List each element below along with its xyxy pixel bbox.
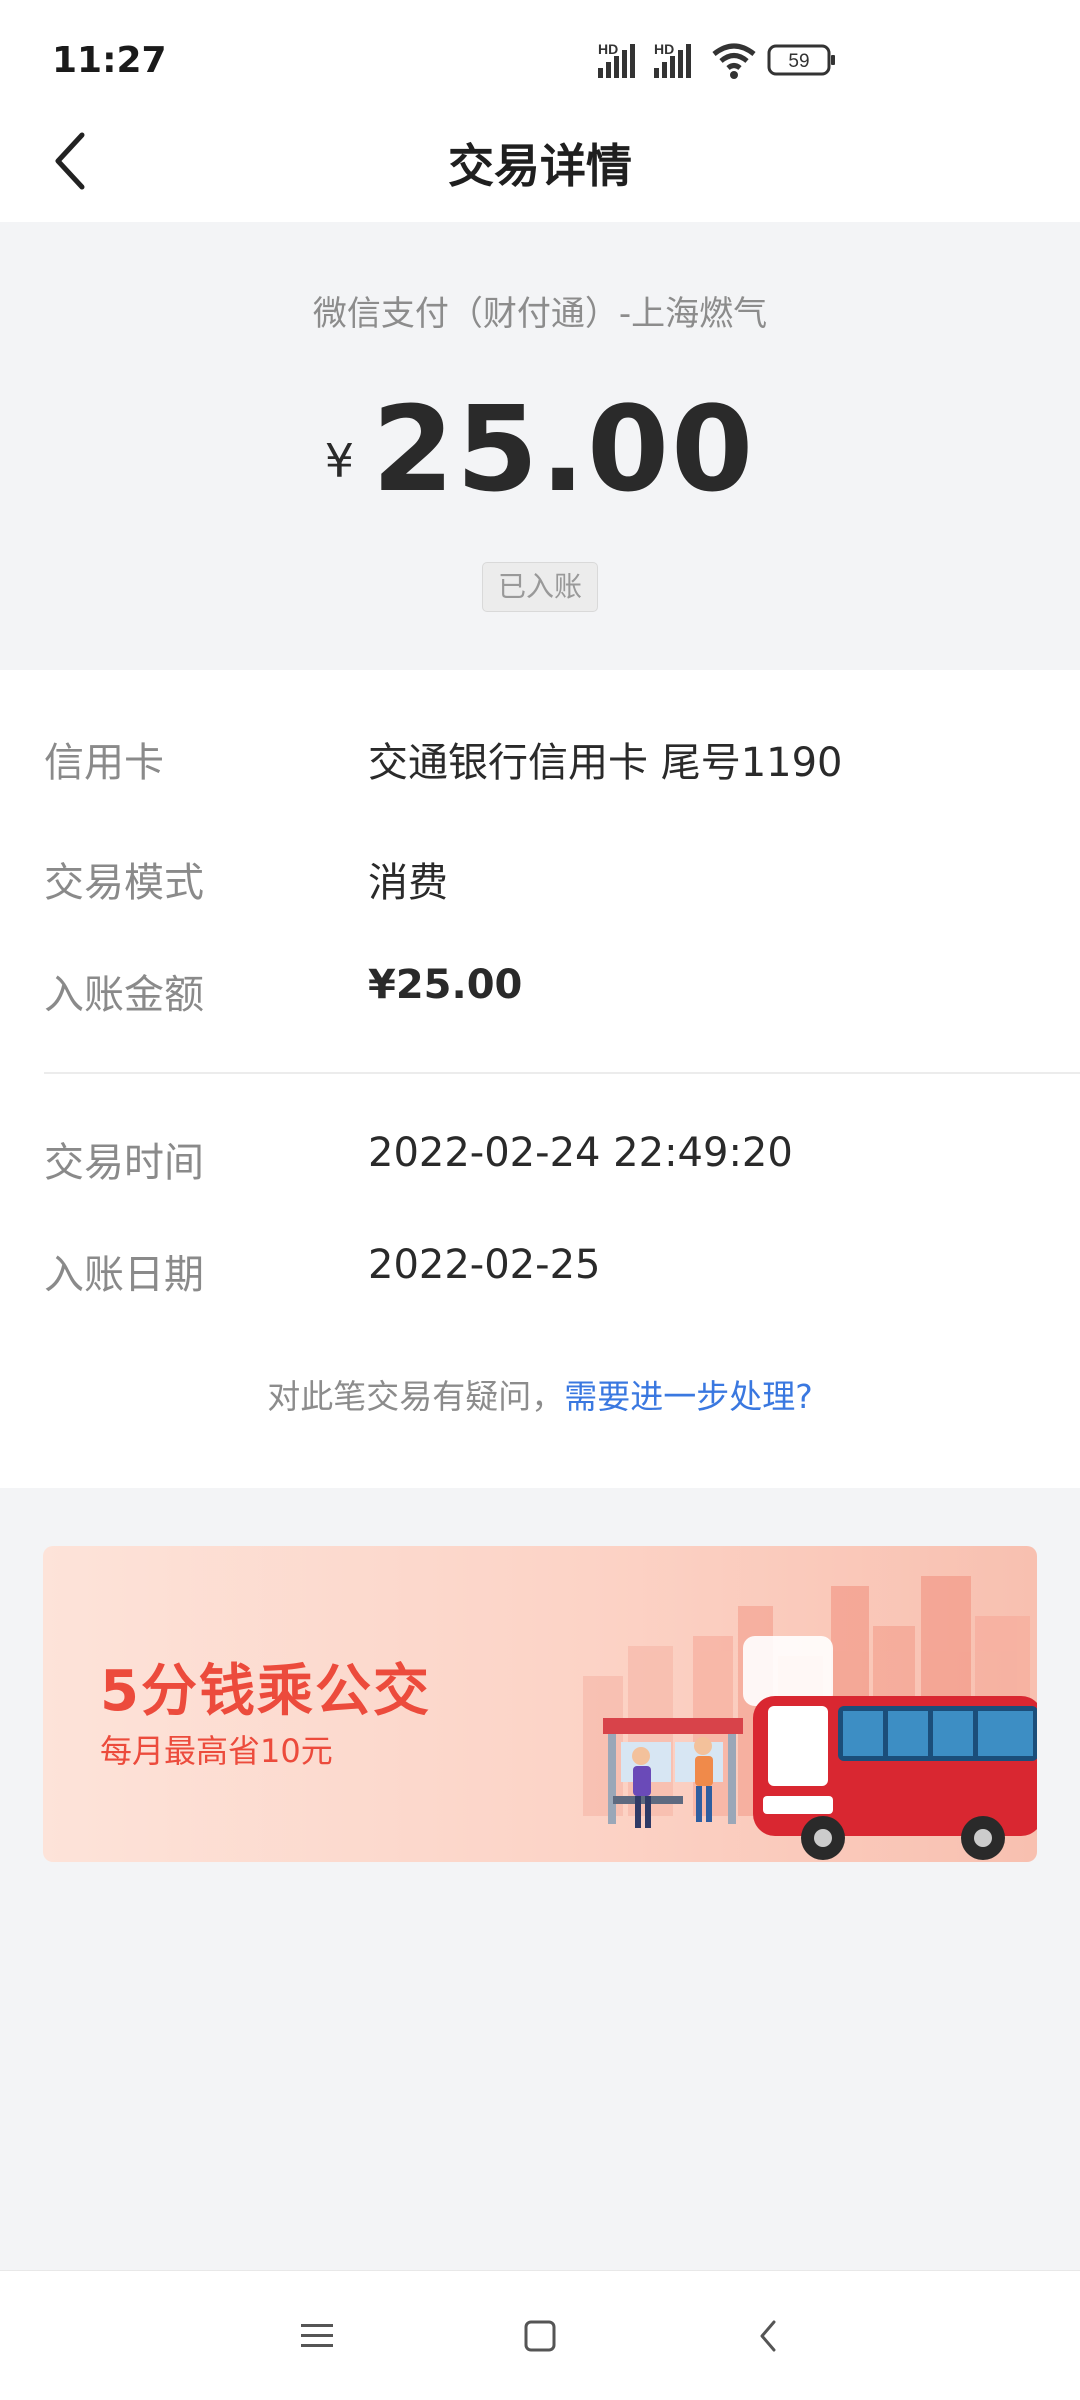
signal-icon: HD <box>654 41 691 78</box>
status-icons: HD HD 59 <box>596 38 846 88</box>
signal-hd-label: HD <box>598 41 618 57</box>
detail-value: 2022-02-25 <box>368 1242 601 1288</box>
detail-label: 交易模式 <box>44 860 204 906</box>
promo-banner[interactable]: 5分钱乘公交 每月最高省10元 <box>43 1546 1037 1862</box>
back-icon <box>760 2320 776 2352</box>
merchant-name: 微信支付（财付通）-上海燃气 <box>312 294 768 334</box>
home-button[interactable] <box>500 2301 580 2371</box>
transaction-summary: 微信支付（财付通）-上海燃气 ¥ 25.00 已入账 <box>0 222 1080 670</box>
dispute-prompt: 对此笔交易有疑问，需要进一步处理? <box>0 1370 1080 1418</box>
battery-level: 59 <box>788 51 809 72</box>
detail-label: 入账金额 <box>44 972 204 1018</box>
banner-subtitle: 每月最高省10元 <box>100 1732 333 1770</box>
signal-icon: HD <box>598 41 635 78</box>
detail-value: 交通银行信用卡 尾号1190 <box>368 740 843 786</box>
status-bar: 11:27 HD HD 59 <box>0 0 1080 100</box>
battery-icon: 59 <box>767 44 835 76</box>
signal-hd-label: HD <box>654 41 674 57</box>
home-icon <box>524 2320 556 2352</box>
dispute-link[interactable]: 需要进一步处理? <box>564 1377 813 1416</box>
detail-value: ¥25.00 <box>368 962 523 1008</box>
detail-row-posted-amount: 入账金额 ¥25.00 <box>44 962 1044 1022</box>
currency-symbol: ¥ <box>324 434 355 488</box>
detail-row-posting-date: 入账日期 2022-02-25 <box>44 1242 1044 1302</box>
divider <box>44 1072 1080 1074</box>
dispute-text: 对此笔交易有疑问， <box>267 1377 565 1416</box>
bus-illustration <box>583 1576 1037 1860</box>
detail-row-mode: 交易模式 消费 <box>44 850 1044 910</box>
wifi-icon <box>712 43 756 79</box>
detail-label: 交易时间 <box>44 1140 204 1186</box>
status-time: 11:27 <box>52 40 167 81</box>
system-back-button[interactable] <box>728 2301 808 2371</box>
detail-row-card: 信用卡 交通银行信用卡 尾号1190 <box>44 730 1044 790</box>
status-badge: 已入账 <box>482 562 598 612</box>
page-title: 交易详情 <box>448 139 632 193</box>
menu-button[interactable] <box>277 2301 357 2371</box>
amount-display: ¥ 25.00 <box>0 390 1080 508</box>
detail-value: 消费 <box>368 860 448 906</box>
detail-label: 入账日期 <box>44 1252 204 1298</box>
transaction-details: 信用卡 交通银行信用卡 尾号1190 交易模式 消费 入账金额 ¥25.00 交… <box>0 670 1080 1488</box>
detail-label: 信用卡 <box>44 740 164 786</box>
system-nav-bar <box>0 2270 1080 2400</box>
transaction-amount: 25.00 <box>372 380 756 518</box>
menu-icon <box>301 2324 333 2347</box>
detail-value: 2022-02-24 22:49:20 <box>368 1130 793 1176</box>
detail-row-transaction-time: 交易时间 2022-02-24 22:49:20 <box>44 1130 1044 1190</box>
nav-bar: 交易详情 <box>0 100 1080 222</box>
banner-title: 5分钱乘公交 <box>100 1659 431 1724</box>
